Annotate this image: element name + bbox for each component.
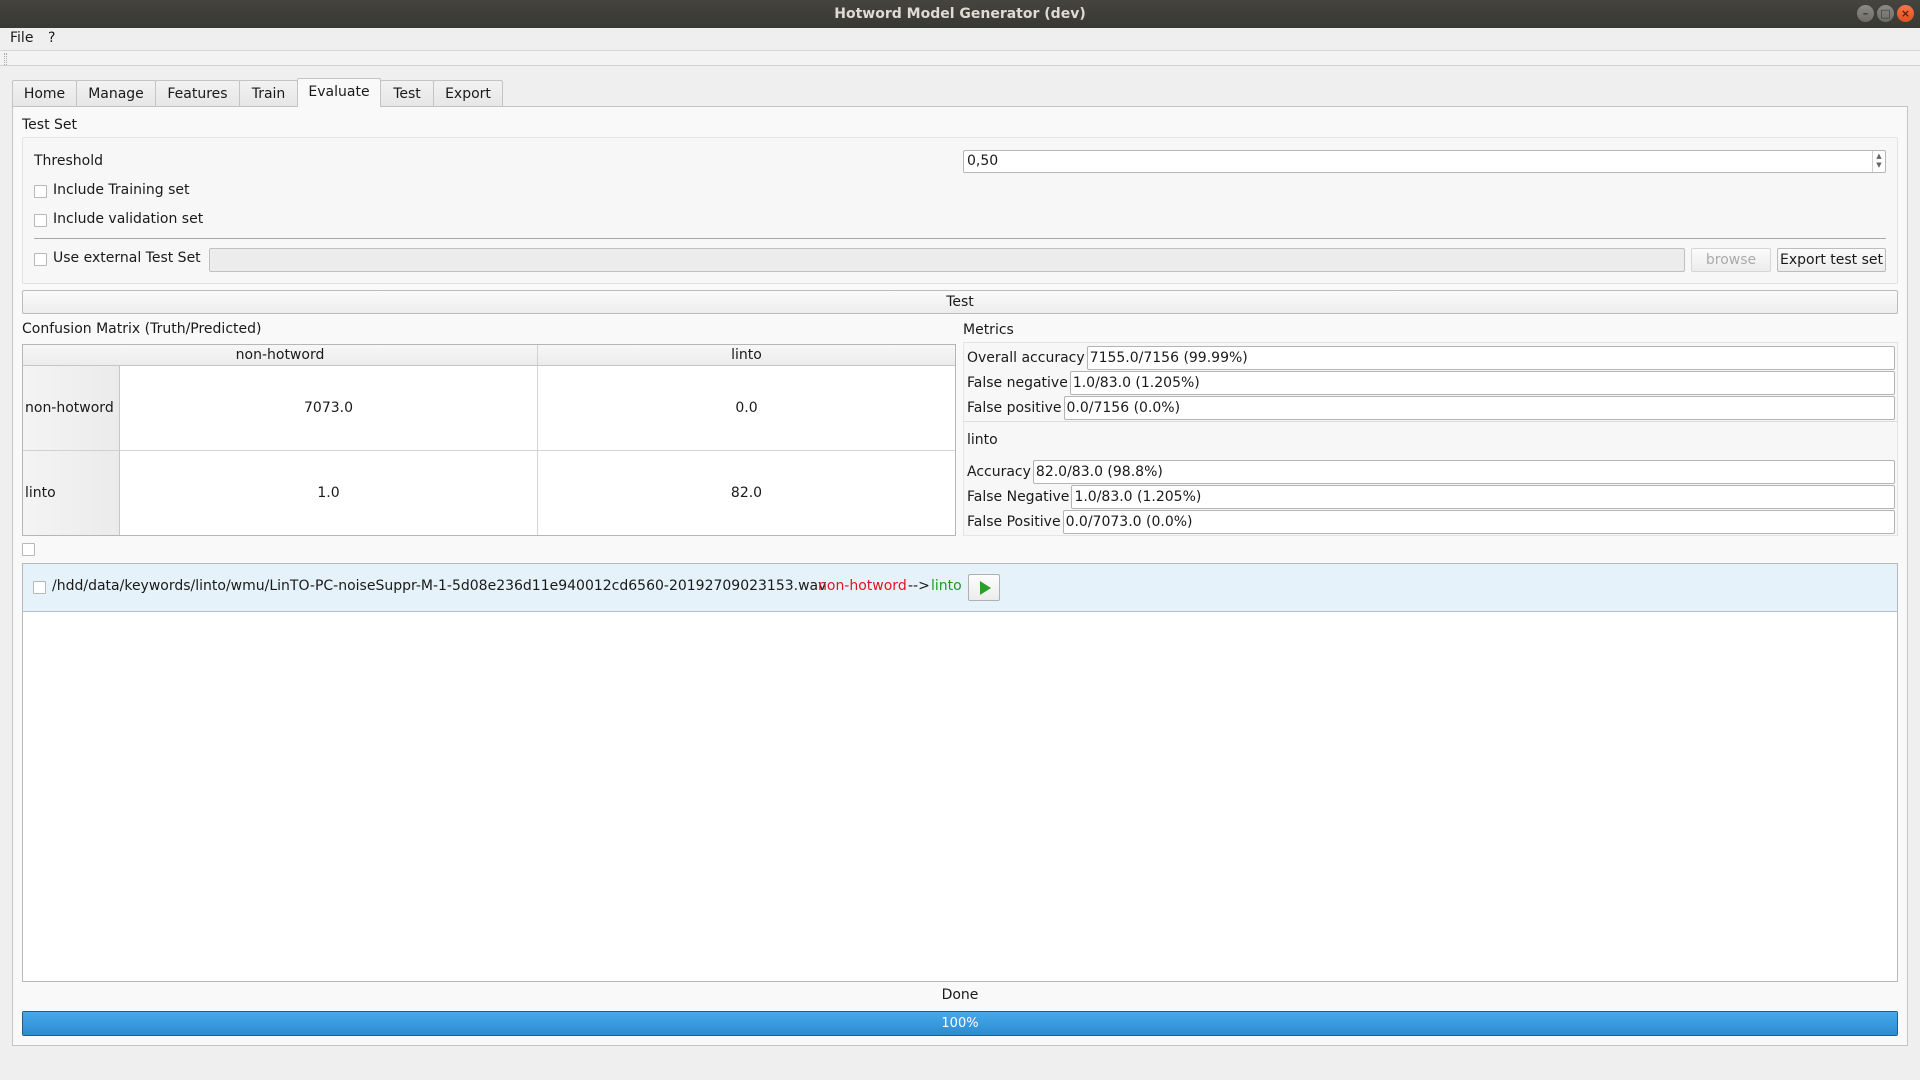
spin-up-icon[interactable]: ▲ — [1873, 152, 1885, 161]
maximize-icon[interactable]: □ — [1877, 5, 1894, 22]
toolbar — [0, 50, 1920, 66]
close-icon[interactable]: × — [1897, 5, 1914, 22]
menu-bar: File ? — [0, 28, 1920, 50]
evaluate-tab-panel — [12, 106, 1908, 1046]
spin-down-icon[interactable]: ▼ — [1873, 161, 1885, 170]
toolbar-drag-handle[interactable] — [4, 53, 7, 65]
window-title: Hotword Model Generator (dev) — [834, 6, 1086, 22]
tab-features[interactable]: Features — [155, 80, 240, 107]
tab-export[interactable]: Export — [433, 80, 503, 107]
minimize-icon[interactable]: – — [1857, 5, 1874, 22]
menu-help[interactable]: ? — [48, 30, 55, 46]
tab-manage[interactable]: Manage — [76, 80, 156, 107]
threshold-value[interactable]: 0,50 — [967, 153, 998, 169]
window-title-bar: Hotword Model Generator (dev) – □ × — [0, 0, 1920, 28]
tab-train[interactable]: Train — [239, 80, 298, 107]
tab-evaluate[interactable]: Evaluate — [297, 78, 381, 107]
tab-test[interactable]: Test — [380, 80, 434, 107]
threshold-spinbox[interactable]: 0,50 ▲ ▼ — [963, 150, 1886, 173]
spin-arrows[interactable]: ▲ ▼ — [1872, 151, 1885, 172]
menu-file[interactable]: File — [10, 30, 33, 46]
tab-home[interactable]: Home — [12, 80, 77, 107]
